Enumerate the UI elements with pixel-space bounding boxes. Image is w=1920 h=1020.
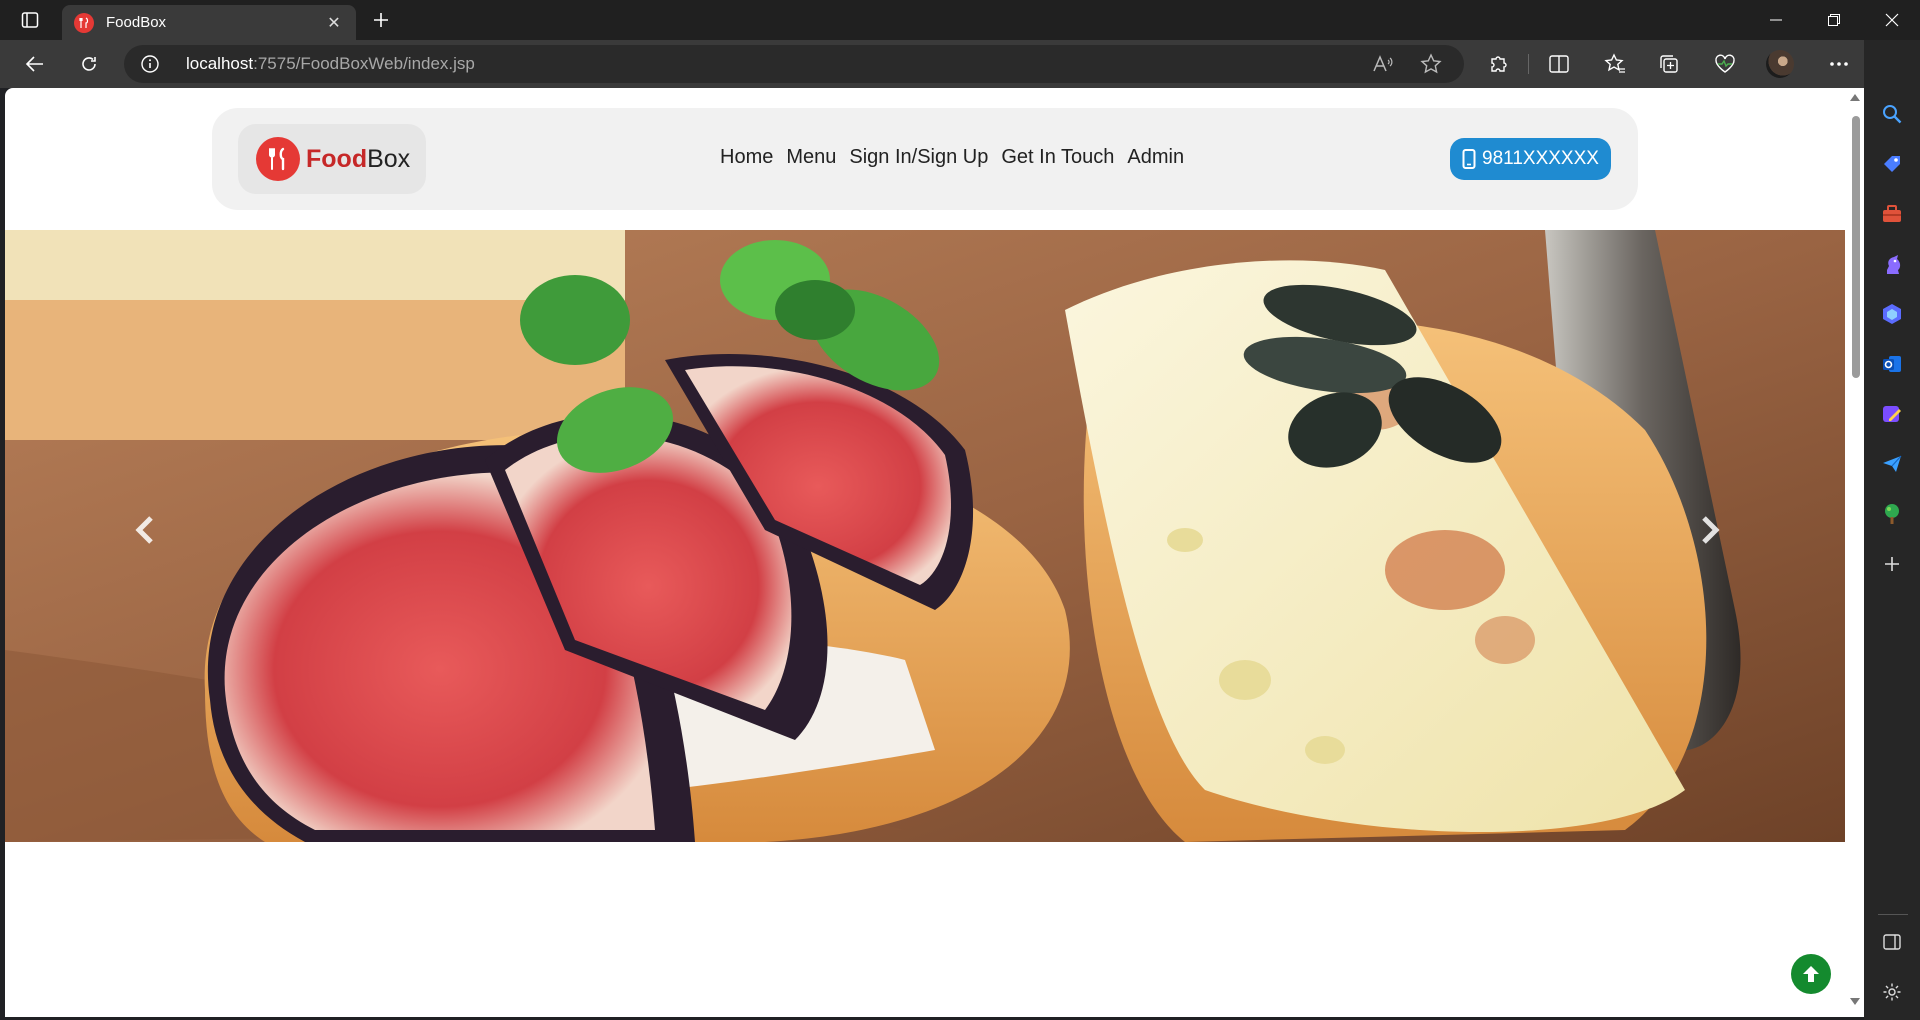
address-bar[interactable]: localhost:7575/FoodBoxWeb/index.jsp [124,45,1464,83]
read-aloud-button[interactable] [1370,52,1396,76]
sidebar-tree-button[interactable] [1878,500,1906,528]
nav-admin-link[interactable]: Admin [1127,146,1184,169]
mobile-phone-icon [1462,149,1476,169]
sidebar-search-button[interactable] [1878,100,1906,128]
nav-get-in-touch-link[interactable]: Get In Touch [1001,146,1114,169]
favorite-star-button[interactable] [1418,52,1444,76]
chess-piece-icon [1887,255,1901,274]
carousel-food-image [5,230,1845,842]
restore-icon [1828,14,1840,26]
sidebar-designer-button[interactable] [1878,400,1906,428]
arrow-left-icon [25,56,43,72]
sidebar-add-button[interactable] [1878,550,1906,578]
browser-essentials-button[interactable] [1708,48,1742,80]
foodbox-favicon-icon [74,12,94,33]
close-window-button[interactable] [1864,0,1920,40]
scrollbar-thumb[interactable] [1852,116,1860,378]
designer-icon [1883,406,1901,422]
sidebar-tools-button[interactable] [1878,200,1906,228]
refresh-button[interactable] [72,48,106,80]
url-path: :7575/FoodBoxWeb/index.jsp [253,54,475,73]
restore-button[interactable] [1806,0,1862,40]
read-aloud-icon [1373,55,1393,72]
sidebar-copilot-app-button[interactable] [1878,300,1906,328]
tree-icon [1885,504,1899,524]
hexagon-app-icon [1883,304,1901,324]
phone-button[interactable]: 9811XXXXXX [1450,138,1611,180]
url-text[interactable]: localhost:7575/FoodBoxWeb/index.jsp [186,54,475,74]
nav-signin-signup-link[interactable]: Sign In/Sign Up [849,146,988,169]
split-screen-button[interactable] [1542,48,1576,80]
brand-name-secondary: Box [367,144,411,173]
more-dots-icon [1830,62,1848,66]
refresh-icon [82,57,96,71]
scroll-to-top-button[interactable] [1791,954,1831,994]
new-tab-button[interactable] [366,6,396,34]
chevron-left-icon [135,516,153,544]
carousel-prev-button[interactable] [115,500,175,560]
nav-menu-link[interactable]: Menu [786,146,836,169]
favorites-button[interactable] [1598,48,1632,80]
plus-icon [1885,557,1899,571]
fork-knife-icon [256,137,300,181]
site-navbar: FoodBox Home Menu Sign In/Sign Up Get In… [212,108,1638,210]
paper-plane-icon [1883,455,1902,472]
collections-button[interactable] [1652,48,1686,80]
back-button[interactable] [18,48,52,80]
hero-carousel [5,230,1845,842]
tab-title: FoodBox [106,14,167,31]
sidebar-hide-button[interactable] [1878,928,1906,956]
brand-name: FoodBox [306,145,410,174]
sidebar-send-button[interactable] [1878,450,1906,478]
heart-pulse-icon [1715,54,1735,73]
split-screen-icon [1549,55,1569,73]
sidebar-settings-button[interactable] [1878,978,1906,1006]
gear-icon [1883,983,1901,1001]
star-icon [1420,53,1442,74]
page-scrollbar[interactable] [1846,88,1864,1017]
sidebar-panel-icon [1883,934,1901,950]
phone-number: 9811XXXXXX [1482,148,1599,169]
shopping-tag-icon [1884,156,1900,172]
page-viewport: FoodBox Home Menu Sign In/Sign Up Get In… [5,88,1864,1017]
scroll-up-arrow-icon[interactable] [1850,94,1860,101]
favorites-icon [1604,53,1625,73]
extensions-button[interactable] [1482,48,1516,80]
url-host: localhost [186,54,254,73]
scroll-down-arrow-icon[interactable] [1850,998,1860,1005]
profile-avatar[interactable] [1766,50,1794,78]
search-icon [1883,105,1902,124]
tab-actions-button[interactable] [14,6,46,34]
tab-close-icon[interactable]: ✕ [324,13,344,33]
plus-icon [374,13,388,27]
puzzle-icon [1491,56,1507,72]
edge-sidebar [1864,40,1920,1020]
browser-title-bar: FoodBox ✕ [0,0,1920,40]
outlook-icon [1883,356,1901,372]
sidebar-shopping-button[interactable] [1878,150,1906,178]
settings-more-button[interactable] [1822,48,1856,80]
minimize-icon [1770,19,1782,21]
chevron-right-icon [1702,516,1720,544]
collections-icon [1660,55,1678,73]
close-icon [1885,13,1899,27]
carousel-next-button[interactable] [1680,500,1740,560]
minimize-button[interactable] [1748,0,1804,40]
arrow-up-icon [1803,966,1819,982]
sidebar-games-button[interactable] [1878,250,1906,278]
tab-actions-icon [21,12,39,28]
info-icon [141,55,159,73]
nav-links: Home Menu Sign In/Sign Up Get In Touch A… [720,146,1184,169]
nav-home-link[interactable]: Home [720,146,773,169]
brand-name-primary: Food [306,144,368,173]
toolbox-icon [1883,205,1901,222]
brand-logo-link[interactable]: FoodBox [238,124,426,194]
browser-tab[interactable]: FoodBox ✕ [62,5,356,40]
sidebar-outlook-button[interactable] [1878,350,1906,378]
browser-toolbar: localhost:7575/FoodBoxWeb/index.jsp [0,40,1920,88]
